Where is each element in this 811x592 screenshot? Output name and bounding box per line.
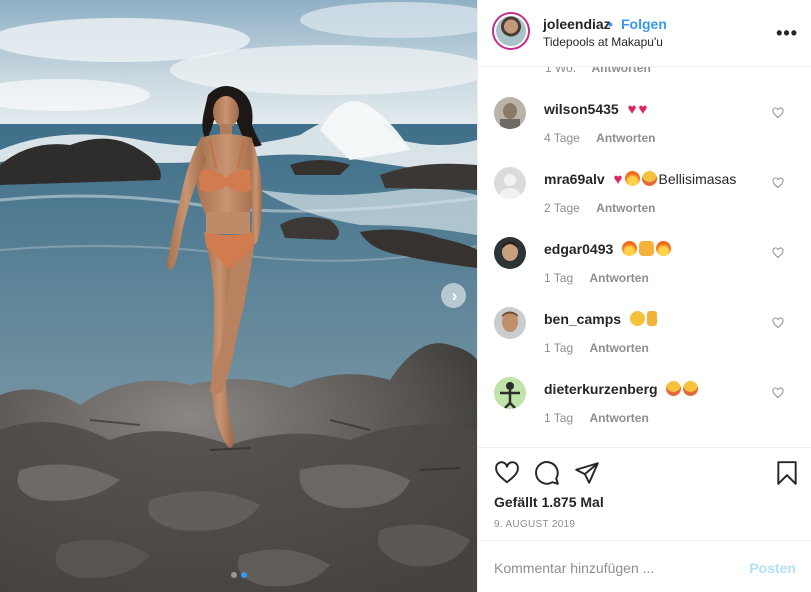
reply-button[interactable]: Antworten [589,271,648,285]
commenter-username[interactable]: edgar0493 [544,241,613,257]
star-struck-emoji [683,381,699,396]
like-comment-heart-icon[interactable] [772,387,784,399]
post-comment-button[interactable]: Posten [749,560,796,576]
commenter-avatar[interactable] [494,97,526,129]
bookmark-icon[interactable] [774,460,800,486]
comment-meta: 1 Tag Antworten [544,271,649,285]
follow-button[interactable]: Folgen [621,16,667,32]
reply-button[interactable]: Antworten [589,411,648,425]
like-comment-heart-icon[interactable] [772,177,784,189]
star-struck-emoji [666,381,682,396]
commenter-username[interactable]: ben_camps [544,311,621,327]
comment-item: wilson5435 ♥ ♥ 4 Tage Antworten [478,97,811,167]
red-heart-emoji: ♥ [613,171,623,188]
post-side-panel: joleendiaz • Folgen Tidepools at Makapu'… [477,0,811,592]
author-username[interactable]: joleendiaz [543,16,611,32]
commenter-avatar[interactable] [494,307,526,339]
red-heart-emoji: ♥ [638,101,648,118]
partial-comment-meta: 1 Wo. Antworten [545,67,663,75]
comment-text: edgar0493 [544,241,673,257]
fire-emoji [656,241,672,256]
comment-item: dieterkurzenberg 1 Tag Antworten [478,377,811,447]
smiling-face-emoji [629,311,645,326]
commenter-username[interactable]: mra69alv [544,171,605,187]
comment-meta: 1 Tag Antworten [544,411,649,425]
comment-item: ben_camps 1 Tag Antworten [478,307,811,377]
star-struck-emoji [641,171,657,186]
raising-hands-emoji [639,241,655,256]
comment-age: 1 Tag [544,341,574,355]
post-photo[interactable]: › [0,0,477,592]
commenter-avatar[interactable] [494,167,526,199]
like-comment-heart-icon[interactable] [772,317,784,329]
comment-age: 2 Tage [544,201,580,215]
comment-meta: 2 Tage Antworten [544,201,655,215]
comment-input[interactable] [494,557,744,579]
comment-bubble-icon[interactable] [534,460,560,486]
paper-plane-icon[interactable] [574,460,600,486]
ok-hand-emoji [646,311,657,326]
comment-item: edgar0493 1 Tag Antworten [478,237,811,307]
carousel-indicator [0,572,477,578]
like-comment-heart-icon[interactable] [772,247,784,259]
fire-emoji [622,241,638,256]
separator-dot: • [608,16,613,32]
comment-age: 1 Wo. [545,67,577,75]
commenter-username[interactable]: dieterkurzenberg [544,381,658,397]
carousel-dot [230,572,237,578]
more-options-icon[interactable]: ••• [776,23,798,44]
post-header: joleendiaz • Folgen Tidepools at Makapu'… [478,0,811,67]
author-avatar[interactable] [492,12,530,50]
reply-button[interactable]: Antworten [589,341,648,355]
beach-photo-illustration [0,0,477,592]
comment-text: dieterkurzenberg [544,381,700,397]
comment-age: 1 Tag [544,271,574,285]
comment-meta: 4 Tage Antworten [544,131,655,145]
comment-item: mra69alv ♥ Bellisimasas 2 Tage Antworten [478,167,811,237]
red-heart-emoji: ♥ [627,101,637,118]
commenter-avatar[interactable] [494,237,526,269]
fire-emoji [624,171,640,186]
carousel-next-button[interactable]: › [441,283,466,308]
reply-button[interactable]: Antworten [591,67,650,75]
comment-meta: 1 Tag Antworten [544,341,649,355]
commenter-avatar[interactable] [494,377,526,409]
heart-outline-icon[interactable] [494,460,520,486]
comment-text: ben_camps [544,311,659,327]
chevron-right-icon: › [451,286,458,305]
post-date[interactable]: 9. AUGUST 2019 [494,519,575,530]
commenter-username[interactable]: wilson5435 [544,101,619,117]
comments-list[interactable]: 1 Wo. Antworten wilson5435 ♥ ♥ 4 Tage Ant… [478,67,811,447]
reply-button[interactable]: Antworten [596,131,655,145]
comment-age: 4 Tage [544,131,580,145]
post-location[interactable]: Tidepools at Makapu'u [543,35,663,49]
like-comment-heart-icon[interactable] [772,107,784,119]
comment-text: wilson5435 ♥ ♥ [544,101,649,118]
likes-count[interactable]: Gefällt 1.875 Mal [494,494,604,510]
comment-text: mra69alv ♥ Bellisimasas [544,171,736,188]
reply-button[interactable]: Antworten [596,201,655,215]
comment-age: 1 Tag [544,411,574,425]
comment-body: Bellisimasas [658,171,737,187]
carousel-dot-active [240,572,247,578]
post-actions: Gefällt 1.875 Mal 9. AUGUST 2019 [478,447,811,540]
add-comment-bar: Posten [478,540,811,592]
